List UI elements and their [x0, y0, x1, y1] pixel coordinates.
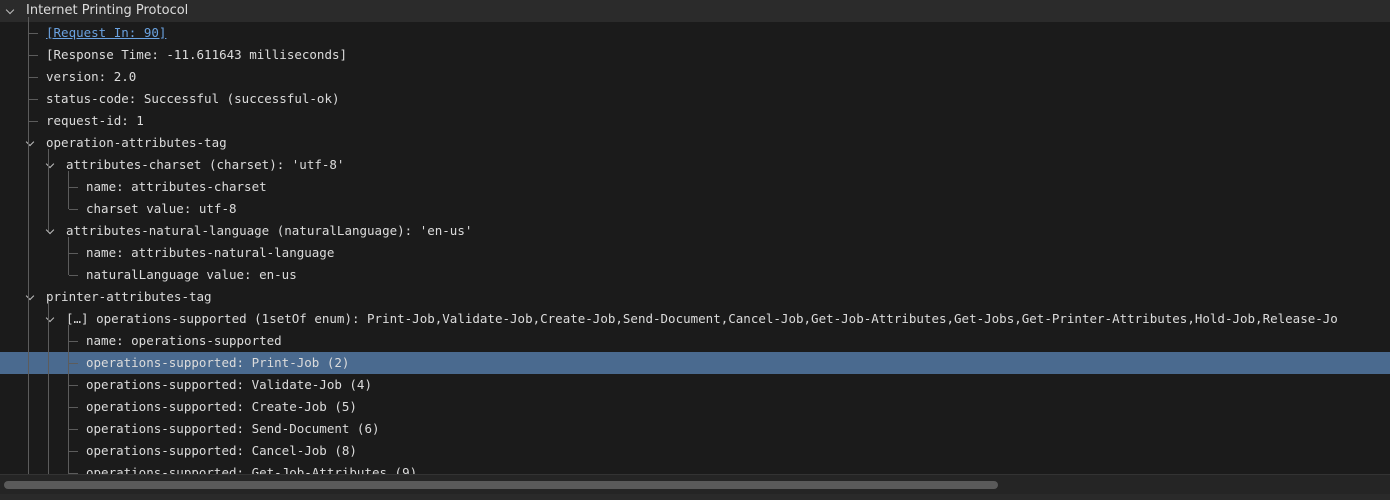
- field-text: operations-supported: Validate-Job (4): [86, 377, 372, 392]
- tree-guide-line: [28, 17, 29, 474]
- tree-row[interactable]: operations-supported: Get-Job-Attributes…: [0, 462, 1390, 474]
- chevron-down-icon[interactable]: [5, 5, 15, 15]
- tree-row[interactable]: attributes-charset (charset): 'utf-8': [0, 154, 1390, 176]
- tree-row[interactable]: name: attributes-charset: [0, 176, 1390, 198]
- tree-branch-line: [29, 99, 38, 100]
- tree-row[interactable]: operations-supported: Send-Document (6): [0, 418, 1390, 440]
- field-text: version: 2.0: [46, 69, 137, 84]
- tree-row[interactable]: name: attributes-natural-language: [0, 242, 1390, 264]
- tree-row[interactable]: operations-supported: Cancel-Job (8): [0, 440, 1390, 462]
- tree-branch-line: [69, 341, 78, 342]
- tree-row[interactable]: attributes-natural-language (naturalLang…: [0, 220, 1390, 242]
- tree-branch-line: [69, 451, 78, 452]
- field-text: operations-supported: Print-Job (2): [86, 355, 350, 370]
- tree-branch-line: [69, 407, 78, 408]
- tree-row-ipp-root[interactable]: Internet Printing Protocol: [0, 0, 1390, 22]
- tree-row[interactable]: operations-supported: Print-Job (2): [0, 352, 1390, 374]
- tree-branch-line: [69, 429, 78, 430]
- tree-branch-line: [69, 275, 78, 276]
- request-in-link[interactable]: [Request In: 90]: [46, 22, 166, 44]
- tree-row[interactable]: printer-attributes-tag: [0, 286, 1390, 308]
- tree-guide-line: [48, 303, 49, 474]
- tree-branch-line: [29, 55, 38, 56]
- field-text: name: operations-supported: [86, 333, 282, 348]
- field-text: […] operations-supported (1setOf enum): …: [66, 311, 1338, 326]
- tree-row[interactable]: naturalLanguage value: en-us: [0, 264, 1390, 286]
- field-text: operations-supported: Create-Job (5): [86, 399, 357, 414]
- tree-row[interactable]: charset value: utf-8: [0, 198, 1390, 220]
- tree-branch-line: [69, 363, 78, 364]
- field-text: attributes-charset (charset): 'utf-8': [66, 157, 345, 172]
- tree-row[interactable]: […] operations-supported (1setOf enum): …: [0, 308, 1390, 330]
- tree-branch-line: [69, 209, 78, 210]
- tree-guide-line: [68, 171, 69, 209]
- tree-row[interactable]: name: operations-supported: [0, 330, 1390, 352]
- field-text: charset value: utf-8: [86, 201, 237, 216]
- tree-row[interactable]: [Response Time: -11.611643 milliseconds]: [0, 44, 1390, 66]
- field-text: request-id: 1: [46, 113, 144, 128]
- field-text: operations-supported: Send-Document (6): [86, 421, 380, 436]
- tree-row[interactable]: operations-supported: Validate-Job (4): [0, 374, 1390, 396]
- field-text: operations-supported: Cancel-Job (8): [86, 443, 357, 458]
- field-text: status-code: Successful (successful-ok): [46, 91, 340, 106]
- tree-branch-line: [29, 33, 38, 34]
- tree-guide-line: [68, 237, 69, 275]
- field-text: printer-attributes-tag: [46, 289, 212, 304]
- tree-branch-line: [69, 385, 78, 386]
- field-text: operation-attributes-tag: [46, 135, 227, 150]
- status-bar: [0, 494, 1390, 500]
- field-text: operations-supported: Get-Job-Attributes…: [86, 465, 418, 474]
- tree-guide-line: [48, 149, 49, 231]
- tree-guide-line: [68, 325, 69, 474]
- tree-row[interactable]: operations-supported: Create-Job (5): [0, 396, 1390, 418]
- field-text: name: attributes-natural-language: [86, 245, 335, 260]
- horizontal-scrollbar[interactable]: [0, 474, 1390, 495]
- tree-row[interactable]: request-id: 1: [0, 110, 1390, 132]
- tree-branch-line: [69, 187, 78, 188]
- tree-row[interactable]: [Request In: 90]: [0, 22, 1390, 44]
- tree-row[interactable]: status-code: Successful (successful-ok): [0, 88, 1390, 110]
- protocol-title: Internet Printing Protocol: [26, 3, 189, 18]
- field-text: naturalLanguage value: en-us: [86, 267, 297, 282]
- tree-row[interactable]: operation-attributes-tag: [0, 132, 1390, 154]
- field-text: [Response Time: -11.611643 milliseconds]: [46, 47, 348, 62]
- field-text: attributes-natural-language (naturalLang…: [66, 223, 473, 238]
- tree-branch-line: [69, 253, 78, 254]
- tree-row[interactable]: version: 2.0: [0, 66, 1390, 88]
- packet-details-tree[interactable]: Internet Printing Protocol [Request In: …: [0, 0, 1390, 474]
- tree-branch-line: [29, 121, 38, 122]
- tree-branch-line: [29, 77, 38, 78]
- field-text: name: attributes-charset: [86, 179, 267, 194]
- horizontal-scrollbar-thumb[interactable]: [4, 481, 998, 489]
